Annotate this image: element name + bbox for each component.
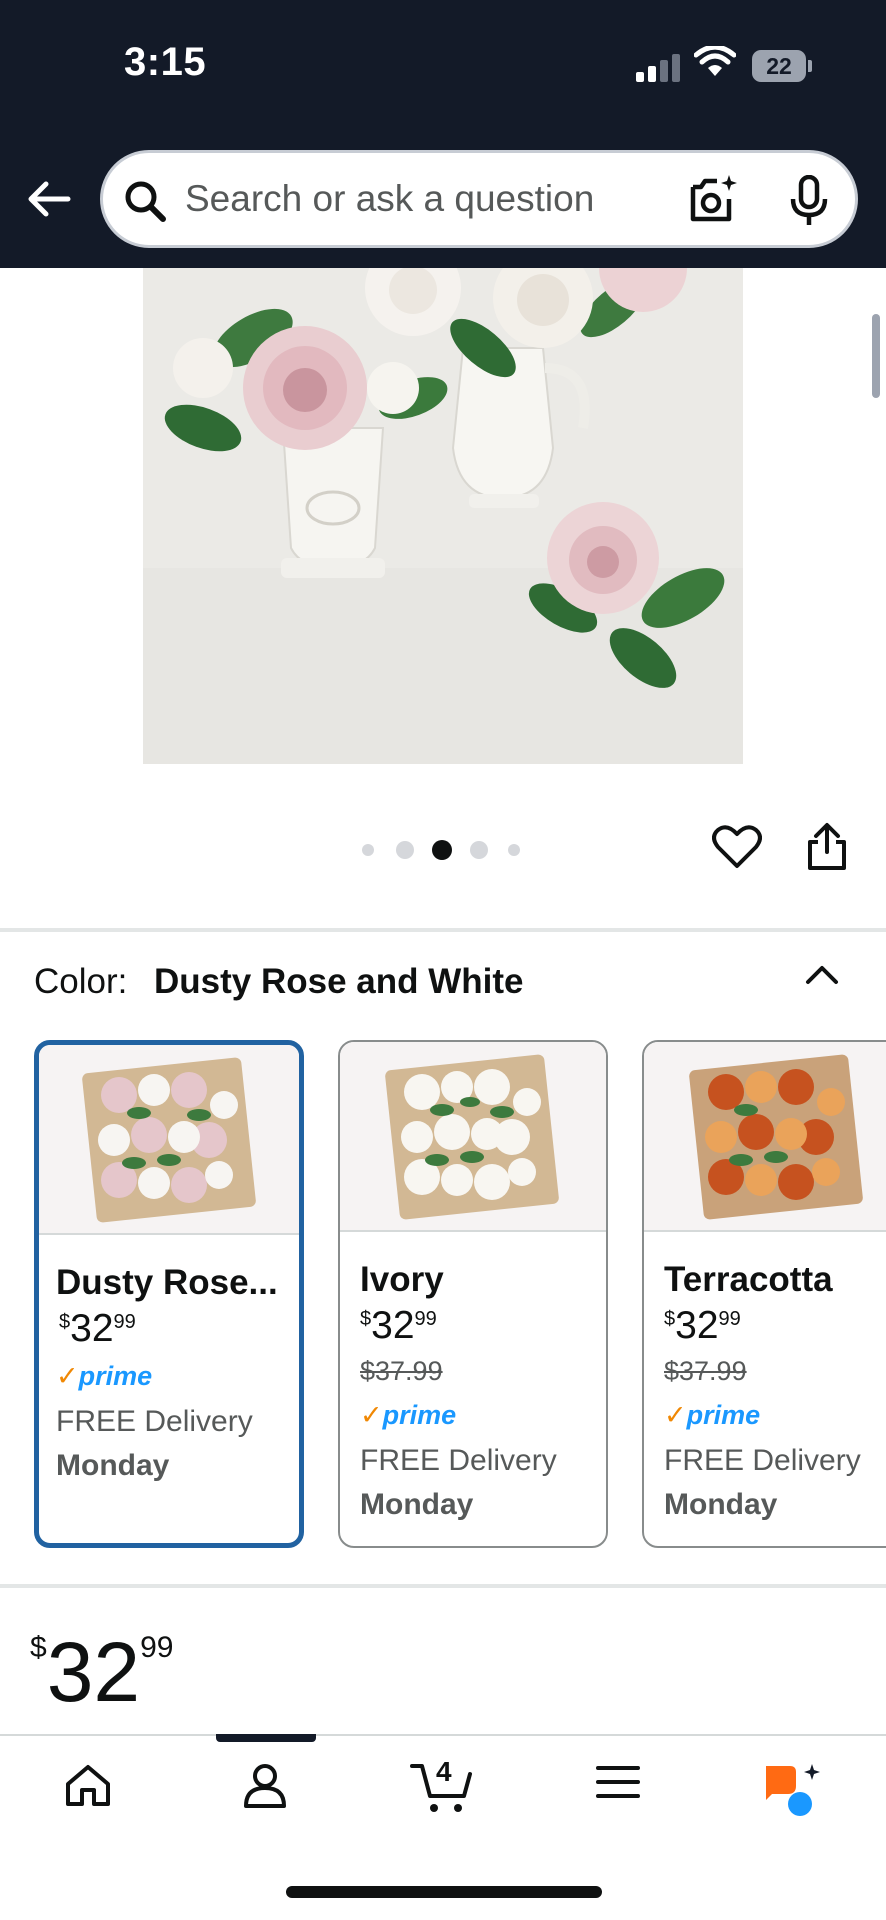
list-price: $37.99 — [360, 1356, 443, 1386]
search-input[interactable]: Search or ask a question — [185, 178, 594, 220]
color-label: Color: — [34, 962, 128, 1001]
delivery-text: FREE Delivery — [360, 1444, 557, 1477]
wifi-icon — [694, 46, 736, 76]
share-icon[interactable] — [806, 822, 848, 872]
cellular-signal-icon — [636, 52, 682, 82]
section-divider — [0, 1584, 886, 1588]
product-price: $3299 — [30, 1625, 174, 1719]
status-time: 3:15 — [124, 40, 207, 84]
product-photo-illustration — [143, 268, 743, 764]
color-option-terracotta[interactable]: Terracotta $3299 $37.99 ✓prime FREE Deli… — [642, 1040, 886, 1548]
swatch-name: Ivory — [360, 1260, 444, 1299]
battery-level: 22 — [752, 50, 806, 82]
swatch-price: $3299 — [360, 1304, 437, 1347]
carousel-dot[interactable] — [362, 844, 374, 856]
prime-check-icon: ✓ — [360, 1400, 383, 1430]
swatch-image — [39, 1045, 299, 1235]
swatch-price: $3299 — [664, 1304, 741, 1347]
heart-icon[interactable] — [712, 824, 762, 870]
home-icon[interactable] — [64, 1762, 112, 1810]
delivery-day: Monday — [664, 1488, 778, 1521]
prime-badge: ✓prime — [360, 1400, 457, 1430]
home-indicator[interactable] — [286, 1886, 602, 1898]
search-icon — [125, 181, 166, 222]
menu-icon[interactable] — [596, 1762, 640, 1802]
microphone-icon[interactable] — [789, 175, 829, 227]
product-image[interactable] — [143, 268, 743, 764]
battery-tip — [808, 60, 812, 72]
prime-check-icon: ✓ — [664, 1400, 687, 1430]
selected-color: Dusty Rose and White — [154, 962, 524, 1001]
delivery-text: FREE Delivery — [664, 1444, 861, 1477]
cart-count-badge: 4 — [436, 1756, 452, 1787]
swatch-name: Dusty Rose... — [56, 1263, 278, 1302]
chevron-up-icon[interactable] — [804, 956, 840, 992]
color-option-dusty-rose[interactable]: Dusty Rose... $3299 ✓prime FREE Delivery… — [34, 1040, 304, 1548]
prime-badge: ✓prime — [664, 1400, 761, 1430]
carousel-dot-active[interactable] — [432, 840, 452, 860]
swatch-image — [644, 1042, 886, 1232]
swatch-price: $3299 — [59, 1307, 136, 1350]
swatch-image — [340, 1042, 606, 1232]
list-price: $37.99 — [664, 1356, 747, 1386]
nav-active-indicator — [216, 1734, 316, 1742]
delivery-day: Monday — [360, 1488, 474, 1521]
search-bar[interactable]: Search or ask a question — [100, 150, 858, 248]
carousel-dot[interactable] — [470, 841, 488, 859]
account-icon[interactable] — [242, 1762, 288, 1810]
scrollbar[interactable] — [872, 314, 880, 398]
camera-icon[interactable] — [687, 173, 739, 225]
back-arrow-icon[interactable] — [26, 176, 72, 222]
color-option-ivory[interactable]: Ivory $3299 $37.99 ✓prime FREE Delivery … — [338, 1040, 608, 1548]
delivery-text: FREE Delivery — [56, 1405, 253, 1438]
rufus-assistant-icon[interactable] — [762, 1762, 824, 1818]
carousel-dot[interactable] — [508, 844, 520, 856]
section-divider — [0, 928, 886, 932]
swatch-name: Terracotta — [664, 1260, 833, 1299]
carousel-dot[interactable] — [396, 841, 414, 859]
delivery-day: Monday — [56, 1449, 170, 1482]
prime-badge: ✓prime — [56, 1361, 153, 1391]
prime-check-icon: ✓ — [56, 1361, 79, 1391]
